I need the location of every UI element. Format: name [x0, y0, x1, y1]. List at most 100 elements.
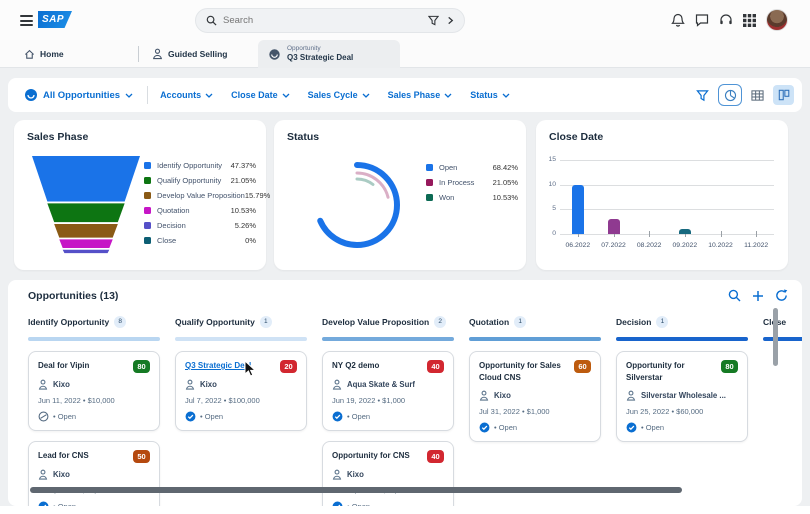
legend-item: Decision 5.26%: [144, 218, 256, 233]
card-owner: Kixo: [347, 470, 364, 479]
add-opportunity-icon[interactable]: [752, 290, 764, 302]
filter-divider: [147, 86, 149, 104]
person-icon: [38, 469, 48, 480]
kanban-column-identify-opportunity: Identify Opportunity 8 Deal for Vipin 80 …: [28, 314, 160, 506]
card-meta: Jun 19, 2022 • $1,000: [332, 396, 406, 405]
all-opportunities-label: All Opportunities: [43, 89, 121, 101]
status-check-icon: [332, 501, 343, 506]
person-icon: [332, 469, 342, 480]
status-check-icon: [38, 501, 49, 506]
menu-icon[interactable]: [20, 15, 33, 29]
legend-item: Quotation 10.53%: [144, 203, 256, 218]
search-input[interactable]: [223, 15, 428, 26]
person-icon: [38, 379, 48, 390]
top-bar: SAP: [0, 0, 810, 40]
column-progress-bar: [469, 337, 601, 341]
legend-swatch: [144, 222, 151, 229]
card-title[interactable]: NY Q2 demo: [332, 360, 427, 372]
column-count-badge: 1: [514, 316, 527, 328]
filter-status[interactable]: Status: [470, 90, 510, 100]
person-icon: [332, 379, 342, 390]
column-progress-bar: [616, 337, 748, 341]
opportunity-card[interactable]: Deal for Vipin 80 Kixo Jun 11, 2022 • $10…: [28, 351, 160, 431]
filter-accounts-label: Accounts: [160, 90, 202, 100]
card-meta: Jul 31, 2022 • $1,000: [479, 407, 550, 416]
tab-guided-selling[interactable]: Guided Selling: [152, 40, 228, 68]
card-title[interactable]: Lead for CNS: [38, 450, 133, 462]
search-icon: [206, 15, 217, 26]
kanban-icon: [778, 89, 789, 101]
kanban-vertical-scrollbar[interactable]: [773, 308, 778, 366]
legend-item: Close 0%: [144, 233, 256, 248]
card-title[interactable]: Opportunity for CNS: [332, 450, 427, 462]
card-status: • Open: [641, 423, 665, 432]
legend-swatch: [144, 192, 151, 199]
column-label: Quotation: [469, 317, 510, 327]
card-meta: Jun 11, 2022 • $10,000: [38, 396, 115, 405]
opportunities-search-icon[interactable]: [728, 289, 741, 302]
tab-home[interactable]: Home: [24, 40, 64, 68]
opportunities-title: Opportunities (13): [28, 290, 119, 302]
all-opportunities-icon: [25, 89, 37, 101]
kanban-view-button[interactable]: [773, 85, 794, 105]
all-opportunities-selector[interactable]: All Opportunities: [24, 88, 133, 102]
filter-bar: All Opportunities Accounts Close Date Sa…: [8, 78, 802, 112]
kanban-horizontal-scrollbar[interactable]: [30, 487, 682, 493]
app-grid-icon[interactable]: [743, 13, 756, 27]
card-meta: Jun 25, 2022 • $60,000: [626, 407, 704, 416]
kanban-column-quotation: Quotation 1 Opportunity for Sales Cloud …: [469, 314, 601, 506]
search-expand-icon[interactable]: [447, 16, 454, 25]
sap-sales-cloud-app: SAP Home Guided Selling: [0, 0, 810, 514]
opportunity-icon: [269, 48, 280, 60]
card-title-link[interactable]: Q3 Strategic Deal: [185, 360, 280, 372]
search-filter-icon[interactable]: [428, 15, 439, 26]
table-view-icon[interactable]: [751, 89, 764, 102]
kanban-board: Identify Opportunity 8 Deal for Vipin 80 …: [28, 314, 802, 506]
status-check-icon: [626, 422, 637, 433]
card-title[interactable]: Deal for Vipin: [38, 360, 133, 372]
filter-sales-cycle[interactable]: Sales Cycle: [308, 90, 370, 100]
card-score-badge: 50: [133, 450, 150, 463]
opportunity-card[interactable]: Opportunity for Sales Cloud CNS 60 Kixo J…: [469, 351, 601, 442]
chevron-down-icon: [444, 93, 452, 98]
card-status: • Open: [494, 423, 518, 432]
card-status: • Open: [347, 502, 370, 506]
filter-accounts[interactable]: Accounts: [160, 90, 213, 100]
kanban-column-qualify-opportunity: Qualify Opportunity 1 Q3 Strategic Deal 2…: [175, 314, 307, 506]
chart-view-button[interactable]: [718, 84, 742, 106]
opportunity-card[interactable]: Lead for CNS50 Kixo Jul 3, 2022 • $10,00…: [28, 441, 160, 506]
opportunity-card[interactable]: Opportunity for Silverstar 80 Silverstar …: [616, 351, 748, 442]
column-count-badge: 1: [656, 316, 669, 328]
filter-close-date-label: Close Date: [231, 90, 278, 100]
column-progress-bar: [763, 337, 802, 341]
person-icon: [479, 390, 489, 401]
search-bar[interactable]: [195, 8, 465, 33]
user-avatar[interactable]: [766, 9, 788, 31]
chat-icon[interactable]: [695, 13, 709, 27]
card-title[interactable]: Opportunity for Sales Cloud CNS: [479, 360, 574, 384]
home-icon: [24, 49, 35, 59]
chevron-down-icon: [125, 93, 133, 98]
legend-swatch: [426, 179, 433, 186]
opportunity-card[interactable]: NY Q2 demo 40 Aqua Skate & Surf Jun 19, 2…: [322, 351, 454, 431]
card-title[interactable]: Opportunity for Silverstar: [626, 360, 721, 384]
refresh-icon[interactable]: [775, 289, 788, 302]
column-progress-bar: [322, 337, 454, 341]
legend-swatch: [144, 162, 151, 169]
filter-funnel-icon[interactable]: [696, 89, 709, 102]
opportunity-card[interactable]: Opportunity for CNS40 Kixo Jun 10, 2022 …: [322, 441, 454, 506]
sap-logo: SAP: [38, 11, 72, 28]
filter-sales-phase[interactable]: Sales Phase: [388, 90, 453, 100]
column-progress-bar: [28, 337, 160, 341]
notifications-bell-icon[interactable]: [671, 13, 685, 28]
sales-phase-legend: Identify Opportunity 47.37% Qualify Oppor…: [144, 158, 270, 248]
filter-sales-cycle-label: Sales Cycle: [307, 90, 358, 100]
status-radial: [314, 162, 400, 248]
card-status: • Open: [200, 412, 224, 421]
opportunity-card-q3-strategic-deal[interactable]: Q3 Strategic Deal 20 Kixo Jul 7, 2022 • $…: [175, 351, 307, 431]
pie-chart-icon: [724, 89, 736, 101]
filter-close-date[interactable]: Close Date: [231, 90, 290, 100]
support-headset-icon[interactable]: [719, 13, 733, 27]
tab-opportunity-active[interactable]: Opportunity Q3 Strategic Deal: [258, 40, 400, 68]
column-count-badge: 8: [114, 316, 127, 328]
